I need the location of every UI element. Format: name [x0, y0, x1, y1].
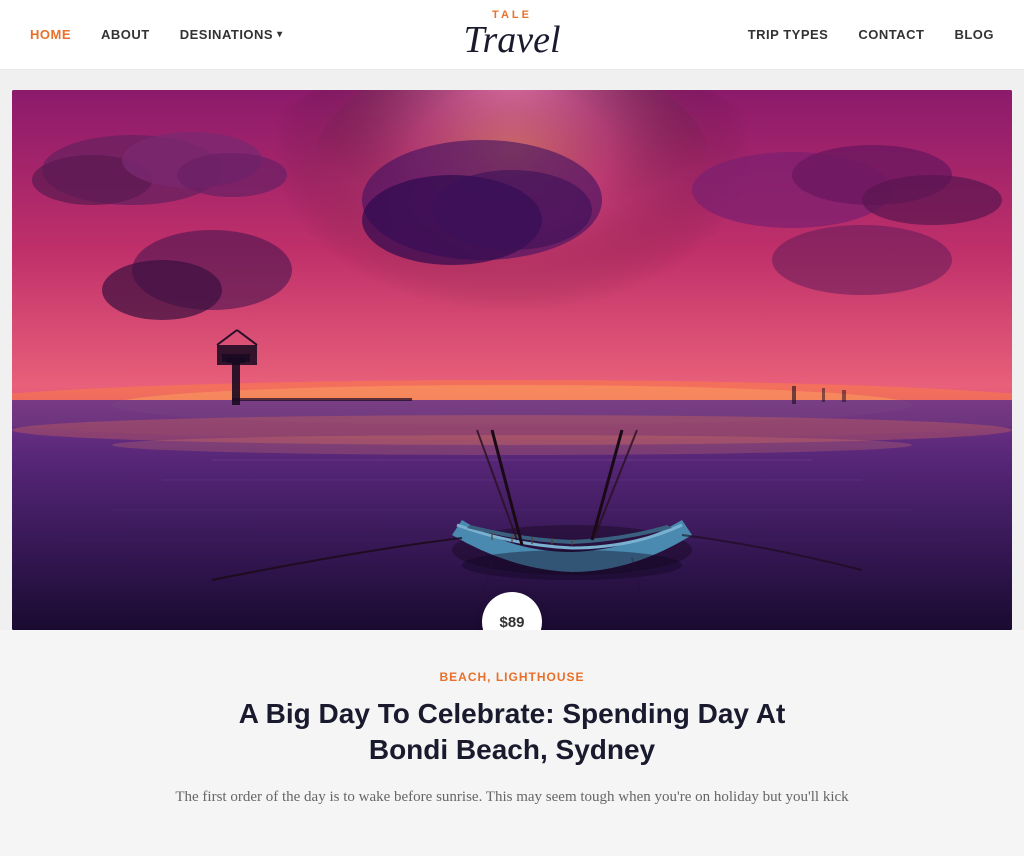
hero-image: $89	[12, 90, 1012, 630]
site-logo[interactable]: TALE Travel	[463, 10, 560, 59]
hero-scene-svg	[12, 90, 1012, 630]
article-excerpt: The first order of the day is to wake be…	[162, 785, 862, 809]
nav-item-about[interactable]: ABOUT	[101, 27, 150, 42]
nav-item-blog[interactable]: BLOG	[954, 27, 994, 42]
navbar: HOME ABOUT DESINATIONS ▾ TALE Travel TRI…	[0, 0, 1024, 70]
content-section: BEACH, LIGHTHOUSE A Big Day To Celebrate…	[0, 630, 1024, 839]
nav-item-contact[interactable]: CONTACT	[858, 27, 924, 42]
article-title: A Big Day To Celebrate: Spending Day At …	[212, 696, 812, 769]
nav-item-home[interactable]: HOME	[30, 27, 71, 42]
chevron-down-icon: ▾	[277, 29, 283, 40]
logo-travel: Travel	[463, 19, 560, 61]
nav-left: HOME ABOUT DESINATIONS ▾	[30, 27, 283, 42]
nav-item-trip-types[interactable]: TRIP TYPES	[748, 27, 829, 42]
hero-wrapper: $89	[0, 70, 1024, 630]
nav-item-destinations[interactable]: DESINATIONS ▾	[180, 27, 283, 42]
category-tags: BEACH, LIGHTHOUSE	[12, 670, 1012, 684]
nav-right: TRIP TYPES CONTACT BLOG	[748, 27, 994, 42]
